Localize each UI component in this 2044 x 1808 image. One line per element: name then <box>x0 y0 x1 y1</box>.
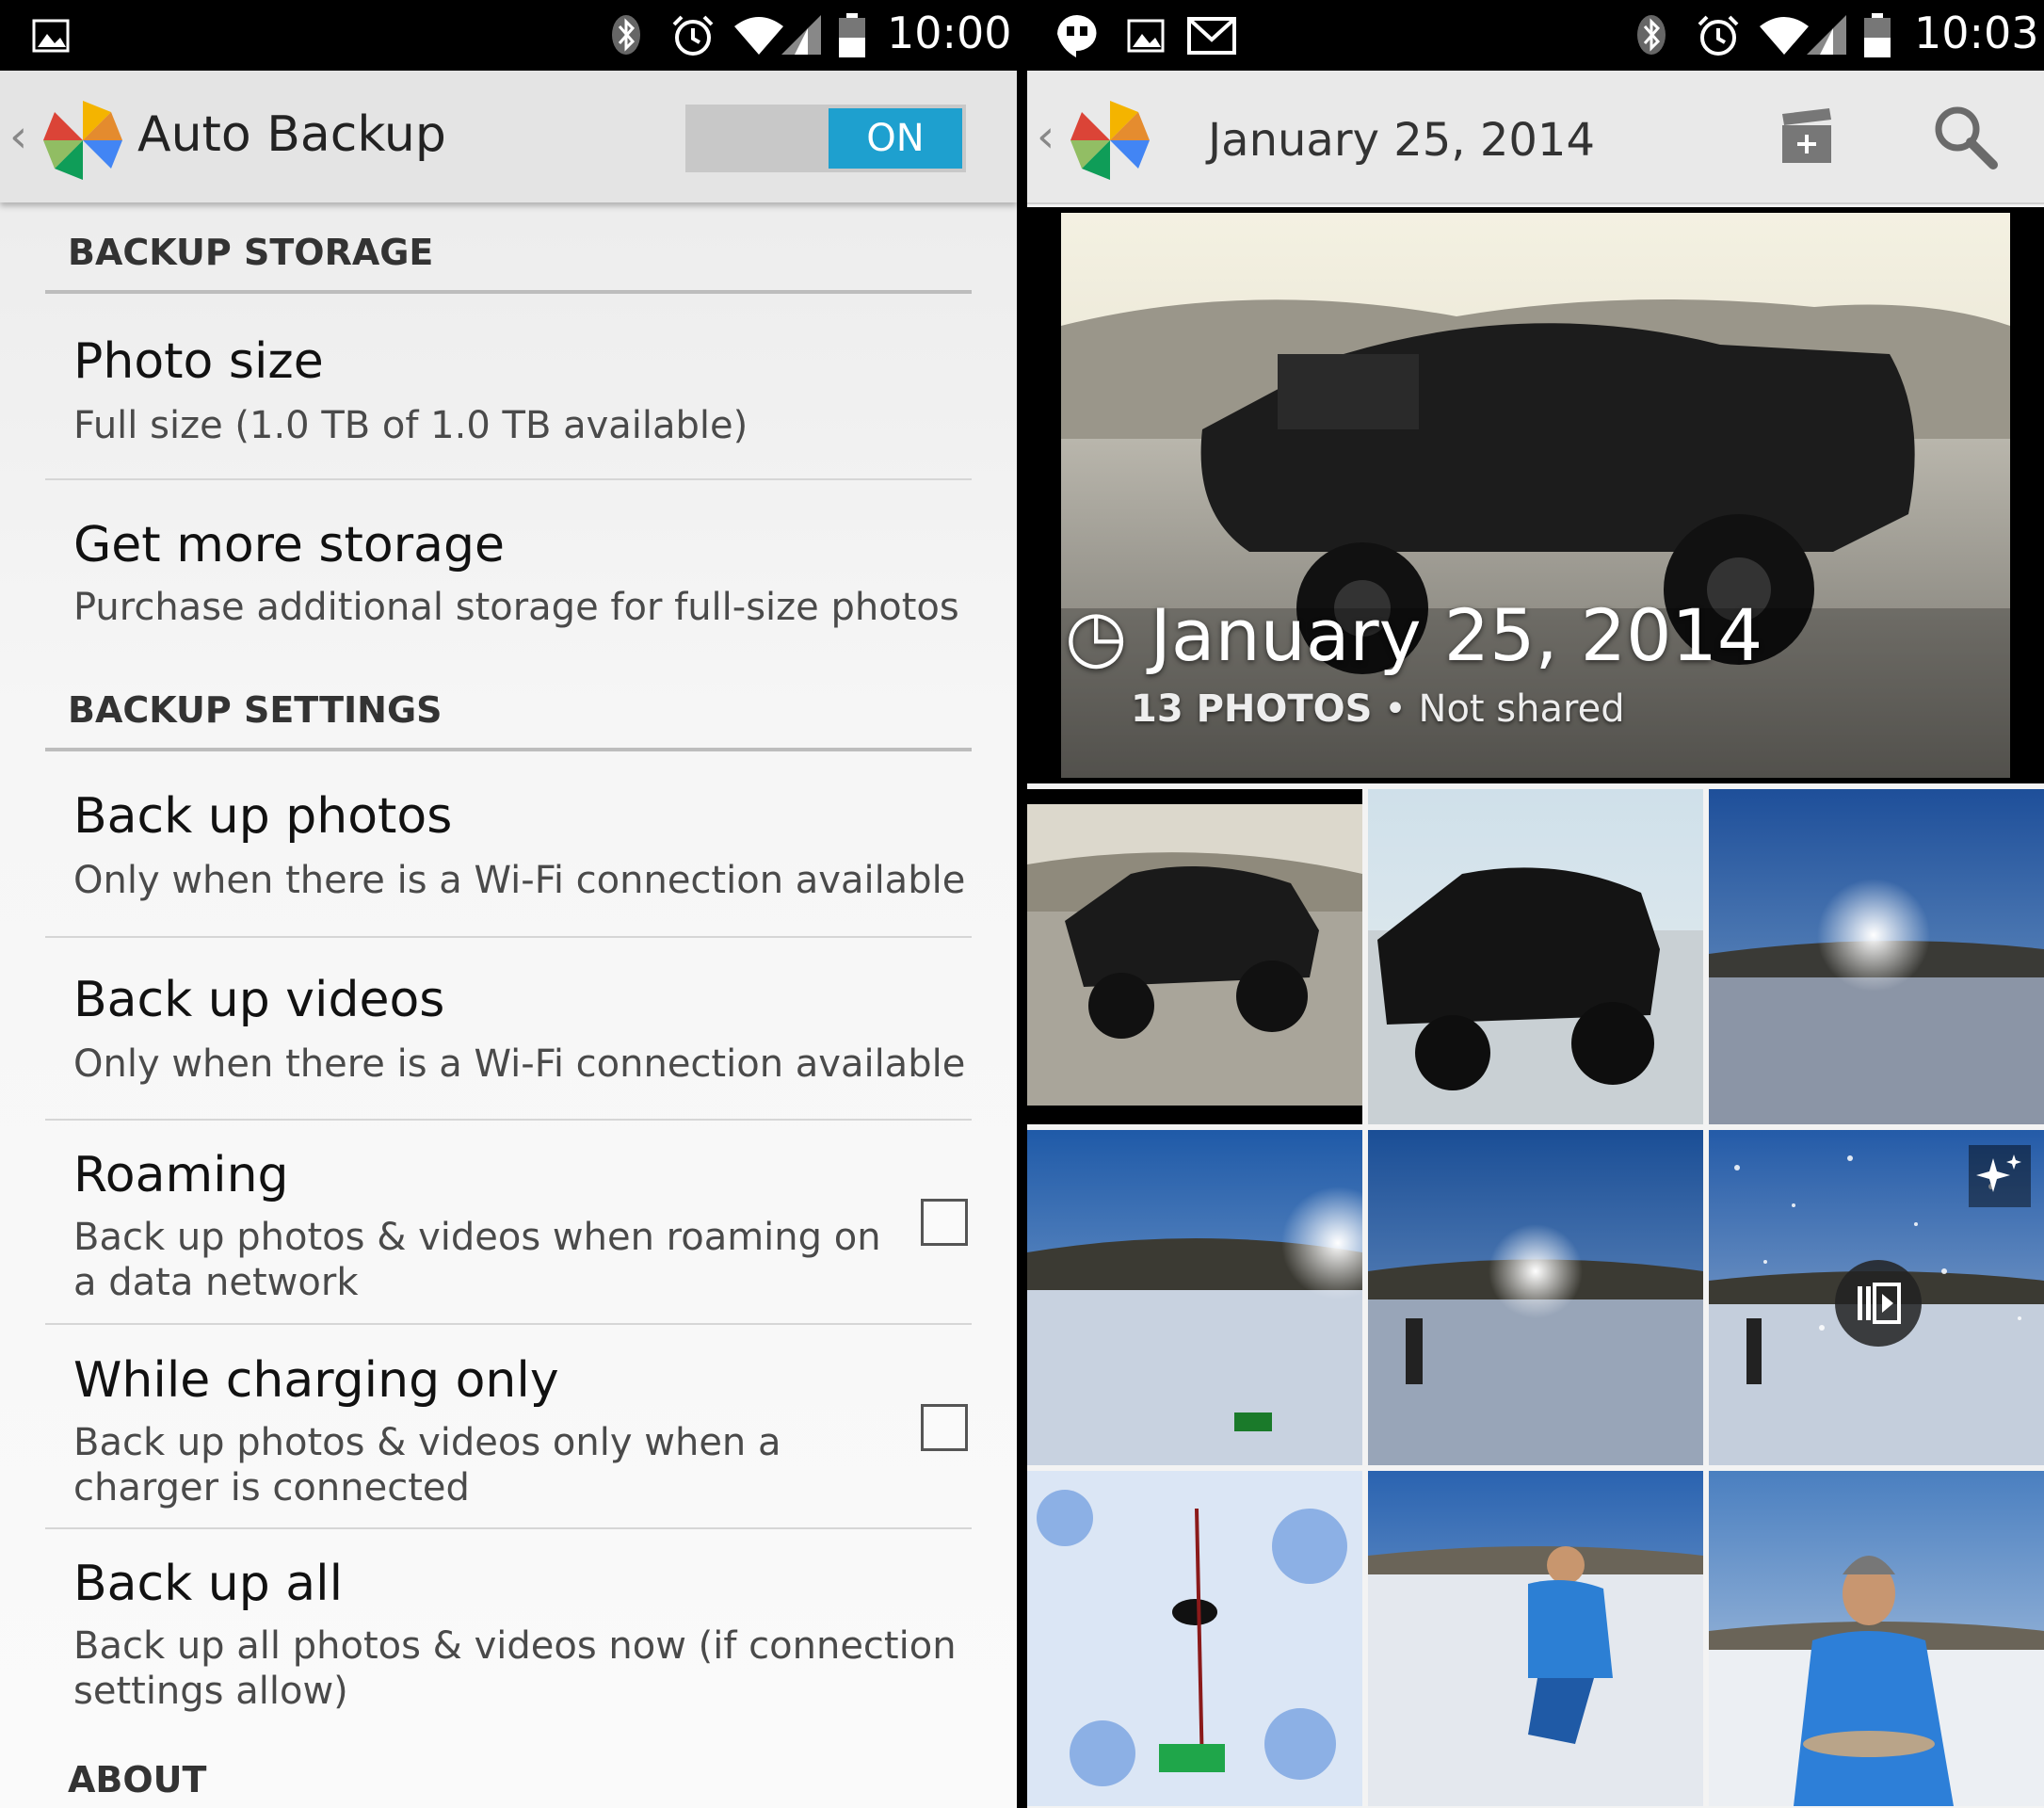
sunset-lake-photo <box>1709 789 2044 1124</box>
pref-roaming[interactable]: Roaming Back up photos & videos when roa… <box>45 1130 972 1323</box>
gallery-notification-icon <box>32 19 70 53</box>
fisherman-distance-photo <box>1368 1130 1703 1465</box>
pref-get-more-storage[interactable]: Get more storage Purchase additional sto… <box>45 494 972 664</box>
roaming-checkbox[interactable] <box>921 1199 968 1246</box>
back-chevron-icon[interactable]: ‹ <box>1037 110 1054 163</box>
photo-thumbnail[interactable] <box>1368 789 1703 1124</box>
pref-title: Back up all <box>73 1556 344 1612</box>
ice-field-photo <box>1027 1130 1362 1465</box>
list-divider <box>45 1527 972 1529</box>
meta-separator: • <box>1384 687 1407 731</box>
toggle-on-label: ON <box>829 108 962 169</box>
photo-thumbnail[interactable] <box>1368 1471 1703 1806</box>
pref-title: Get more storage <box>73 517 505 573</box>
pref-title: Back up photos <box>73 788 453 845</box>
search-icon[interactable] <box>1931 103 1999 170</box>
fish-catch-photo <box>1709 1471 2044 1806</box>
wifi-icon <box>734 17 783 55</box>
create-movie-icon[interactable] <box>1778 106 1835 167</box>
status-time: 10:03 <box>1914 8 2039 58</box>
cell-signal-icon <box>781 15 821 55</box>
pref-photo-size[interactable]: Photo size Full size (1.0 TB of 1.0 TB a… <box>45 311 972 480</box>
kneeling-fisherman-photo <box>1368 1471 1703 1806</box>
alarm-icon <box>672 15 714 56</box>
photo-thumbnail[interactable] <box>1709 1471 2044 1806</box>
clock-icon: ◷ <box>1065 593 1128 677</box>
pref-summary: Purchase additional storage for full-siz… <box>73 586 959 629</box>
pref-while-charging-only[interactable]: While charging only Back up photos & vid… <box>45 1335 972 1528</box>
auto-backup-toggle[interactable]: ON <box>685 105 966 172</box>
page-title: Auto Backup <box>137 106 446 163</box>
alarm-icon <box>1698 15 1739 56</box>
pref-back-up-all[interactable]: Back up all Back up all photos & videos … <box>45 1539 972 1727</box>
action-bar: ‹ Auto Backup ON <box>0 71 1017 202</box>
pref-title: Photo size <box>73 333 324 390</box>
pref-summary-line-2: charger is connected <box>73 1466 470 1509</box>
pref-summary: Only when there is a Wi-Fi connection av… <box>73 859 966 902</box>
section-header-about: ABOUT <box>68 1759 207 1800</box>
pref-summary: Only when there is a Wi-Fi connection av… <box>73 1042 966 1086</box>
pref-summary-line-1: Back up photos & videos only when a <box>73 1421 781 1464</box>
status-bar: 10:03 <box>1027 0 2044 71</box>
list-divider <box>45 478 972 480</box>
auto-backup-screen: 10:00 ‹ Auto Backup ON BACKUP STORAGE Ph… <box>0 0 1017 1808</box>
pref-summary-line-2: settings allow) <box>73 1670 348 1713</box>
battery-icon <box>839 13 865 57</box>
list-divider <box>45 936 972 938</box>
pref-summary-line-1: Back up all photos & videos now (if conn… <box>73 1624 957 1668</box>
photo-thumbnail-auto-movie[interactable] <box>1709 1130 2044 1465</box>
charging-only-checkbox[interactable] <box>921 1404 968 1451</box>
pref-back-up-photos[interactable]: Back up photos Only when there is a Wi-F… <box>45 767 972 937</box>
hangouts-notification-icon <box>1057 15 1097 57</box>
list-divider <box>45 1323 972 1325</box>
photo-thumbnail[interactable] <box>1027 789 1362 1124</box>
pref-title: While charging only <box>73 1352 559 1409</box>
photo-thumbnail[interactable] <box>1368 1130 1703 1465</box>
status-bar: 10:00 <box>0 0 1017 71</box>
auto-awesome-icon <box>1969 1145 2031 1207</box>
action-bar: ‹ January 25, 2014 <box>1027 71 2044 204</box>
section-header-backup-storage: BACKUP STORAGE <box>68 232 434 273</box>
play-movie-icon[interactable] <box>1833 1258 1923 1348</box>
pref-title: Roaming <box>73 1147 289 1203</box>
cell-signal-icon <box>1807 15 1846 55</box>
back-chevron-icon[interactable]: ‹ <box>9 110 27 163</box>
share-status: Not shared <box>1418 687 1625 731</box>
battery-icon <box>1864 13 1891 57</box>
wifi-icon <box>1760 17 1809 55</box>
gallery-notification-icon <box>1127 19 1165 53</box>
status-time: 10:00 <box>887 8 1012 58</box>
pref-summary: Full size (1.0 TB of 1.0 TB available) <box>73 404 748 447</box>
hero-meta: 13 PHOTOS • Not shared <box>1131 687 1625 731</box>
pref-title: Back up videos <box>73 972 445 1028</box>
ice-hole-photo <box>1027 1471 1362 1806</box>
album-screen: 10:03 ‹ January 25, 2014 ◷ January 25, 2… <box>1027 0 2044 1808</box>
hero-date: ◷ January 25, 2014 <box>1065 593 1762 677</box>
album-hero-photo[interactable]: ◷ January 25, 2014 13 PHOTOS • Not share… <box>1027 207 2044 783</box>
photos-pinwheel-logo-icon[interactable] <box>36 93 130 187</box>
photo-thumbnail[interactable] <box>1709 789 2044 1124</box>
photo-thumbnail[interactable] <box>1027 1130 1362 1465</box>
bluetooth-icon <box>612 15 640 55</box>
list-divider <box>45 1119 972 1121</box>
pref-back-up-videos[interactable]: Back up videos Only when there is a Wi-F… <box>45 951 972 1121</box>
hero-date-text: January 25, 2014 <box>1150 593 1763 677</box>
photos-pinwheel-logo-icon[interactable] <box>1063 93 1157 187</box>
section-divider <box>45 290 972 294</box>
gmail-notification-icon <box>1187 17 1236 55</box>
section-header-backup-settings: BACKUP SETTINGS <box>68 689 443 731</box>
truck-photo-2 <box>1368 789 1703 1124</box>
pref-summary-line-2: a data network <box>73 1261 359 1304</box>
photo-count: 13 PHOTOS <box>1131 687 1373 731</box>
section-divider <box>45 748 972 751</box>
pref-summary-line-1: Back up photos & videos when roaming on <box>73 1216 881 1259</box>
album-title: January 25, 2014 <box>1208 114 1595 167</box>
truck-photo-1 <box>1027 789 1362 1124</box>
photo-thumbnail[interactable] <box>1027 1471 1362 1806</box>
bluetooth-icon <box>1637 15 1666 55</box>
